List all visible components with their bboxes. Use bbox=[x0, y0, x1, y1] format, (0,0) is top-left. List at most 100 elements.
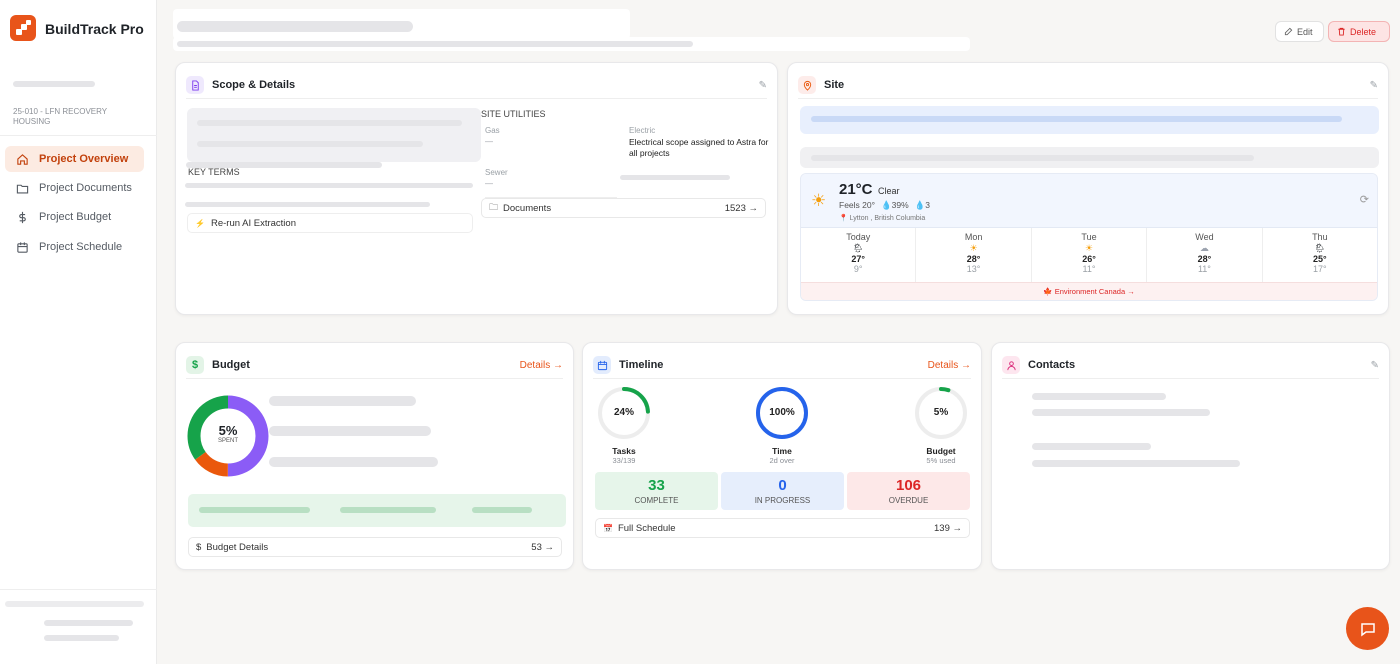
card-title: Timeline bbox=[619, 359, 664, 371]
chat-button[interactable] bbox=[1346, 607, 1389, 650]
progress-ring-budget: 5% Budget 5% used bbox=[913, 385, 969, 465]
maple-leaf-icon: 🍁 bbox=[1043, 287, 1053, 296]
ring-percent: 100% bbox=[769, 407, 795, 418]
calendar-icon: 📅 bbox=[603, 523, 613, 533]
weather-icon: ☀ bbox=[1084, 243, 1094, 253]
page-title-skeleton bbox=[177, 21, 413, 32]
donut-value: 5% bbox=[218, 423, 238, 438]
ring-label: Time bbox=[772, 446, 792, 456]
location-pin-icon: 📍 bbox=[839, 215, 848, 222]
subtitle-skeleton bbox=[177, 41, 693, 47]
edit-icon[interactable]: ✎ bbox=[1371, 360, 1379, 371]
card-title: Site bbox=[824, 79, 845, 91]
weather-widget: ☀ 21°C Clear Feels 20° 💧39% 💧3 📍 Lytton … bbox=[800, 173, 1378, 301]
forecast-day: Tue ☀ 26° 11° bbox=[1032, 228, 1148, 284]
forecast-day: Mon ☀ 28° 13° bbox=[916, 228, 1032, 284]
edit-icon[interactable]: ✎ bbox=[1370, 80, 1378, 91]
loading-placeholder bbox=[44, 635, 119, 641]
weather-location: Lytton , British Columbia bbox=[849, 215, 926, 222]
edit-icon[interactable]: ✎ bbox=[759, 80, 767, 91]
dollar-icon: $ bbox=[196, 541, 202, 553]
forecast-day: Thu 🌦 25° 17° bbox=[1263, 228, 1377, 284]
forecast-day: Wed ☁ 28° 11° bbox=[1147, 228, 1263, 284]
scope-card: Scope & Details ✎ KEY TERMS ⚡ Re-run AI … bbox=[175, 62, 778, 315]
calendar-icon bbox=[5, 241, 39, 254]
site-utilities-label: SITE UTILITIES bbox=[481, 109, 546, 119]
loading-placeholder bbox=[44, 620, 133, 626]
ring-percent: 24% bbox=[613, 407, 634, 418]
rerun-ai-extraction-button[interactable]: ⚡ Re-run AI Extraction bbox=[187, 213, 473, 233]
loading-placeholder bbox=[13, 81, 95, 87]
card-title: Contacts bbox=[1028, 359, 1076, 371]
ring-label: Tasks bbox=[612, 446, 636, 456]
folder-icon bbox=[5, 182, 39, 195]
project-code: 25-010 - LFN RECOVERY HOUSING bbox=[13, 107, 107, 126]
chat-icon bbox=[1360, 622, 1375, 636]
user-icon bbox=[1002, 356, 1020, 374]
folder-icon: 🗀 bbox=[489, 202, 499, 212]
lightning-icon: ⚡ bbox=[195, 218, 205, 228]
map-pin-icon bbox=[798, 76, 816, 94]
precipitation: 💧3 bbox=[914, 200, 930, 210]
weather-forecast: Today 🌦 27° 9° Mon ☀ 28° 13° Tue ☀ 26° 11° Wed ☁ 28… bbox=[801, 228, 1377, 284]
sidebar-item-label: Project Overview bbox=[39, 153, 129, 165]
stat-in-progress: 0 IN PROGRESS bbox=[721, 472, 844, 510]
rain-icon: 💧 bbox=[914, 200, 926, 210]
card-title: Budget bbox=[212, 359, 250, 371]
delete-button[interactable]: Delete bbox=[1328, 21, 1390, 42]
card-title: Scope & Details bbox=[212, 79, 296, 91]
sidebar-item-project-overview[interactable]: Project Overview bbox=[5, 146, 144, 172]
trash-icon bbox=[1338, 27, 1345, 36]
timeline-card: Timeline Details → 24% Tasks 33/139 100% Tim… bbox=[582, 342, 982, 570]
refresh-icon[interactable]: ⟳ bbox=[1360, 193, 1369, 206]
ring-label: Budget bbox=[926, 446, 956, 456]
home-icon bbox=[5, 153, 39, 166]
full-schedule-button[interactable]: 📅 Full Schedule 139 → bbox=[595, 518, 970, 538]
sun-icon: ☀ bbox=[811, 191, 827, 210]
ring-sub: 5% used bbox=[926, 456, 956, 465]
environment-canada-link[interactable]: 🍁 Environment Canada → bbox=[801, 282, 1377, 300]
site-card: Site ✎ ☀ 21°C Clear Feels 20° 💧39% 💧3 📍 … bbox=[787, 62, 1389, 315]
budget-card: $ Budget Details → 5% SPENT $ Budget Det… bbox=[175, 342, 574, 570]
weather-icon: 🌦 bbox=[852, 243, 864, 253]
weather-icon: ☀ bbox=[969, 243, 978, 253]
budget-details-link[interactable]: Details → bbox=[520, 360, 563, 371]
documents-link[interactable]: 🗀 Documents 1523 → bbox=[481, 198, 766, 218]
sidebar-item-project-budget[interactable]: Project Budget bbox=[5, 204, 144, 230]
droplet-icon: 💧 bbox=[881, 200, 892, 210]
sidebar-item-label: Project Schedule bbox=[39, 241, 123, 253]
stat-complete: 33 COMPLETE bbox=[595, 472, 718, 510]
weather-icon: 🌦 bbox=[1314, 243, 1326, 253]
progress-ring-tasks: 24% Tasks 33/139 bbox=[596, 385, 652, 465]
humidity: 💧39% bbox=[881, 200, 909, 210]
forecast-day: Today 🌦 27° 9° bbox=[801, 228, 917, 284]
dollar-icon: $ bbox=[186, 356, 204, 374]
sidebar-item-label: Project Budget bbox=[39, 211, 112, 223]
calendar-icon bbox=[593, 356, 611, 374]
weather-feels: Feels 20° bbox=[839, 200, 876, 210]
budget-details-button[interactable]: $ Budget Details 53 → bbox=[188, 537, 562, 557]
dollar-icon bbox=[5, 211, 39, 224]
pencil-icon bbox=[1284, 27, 1293, 36]
contacts-card: Contacts ✎ bbox=[991, 342, 1390, 570]
stat-overdue: 106 OVERDUE bbox=[847, 472, 970, 510]
weather-condition: Clear bbox=[878, 186, 900, 196]
app-brand: BuildTrack Pro bbox=[45, 21, 144, 37]
sidebar-item-project-schedule[interactable]: Project Schedule bbox=[5, 234, 144, 260]
progress-ring-time: 100% Time 2d over bbox=[754, 385, 810, 465]
ring-percent: 5% bbox=[933, 407, 949, 418]
sidebar: BuildTrack Pro 25-010 - LFN RECOVERY HOU… bbox=[0, 0, 157, 664]
edit-button[interactable]: Edit bbox=[1275, 21, 1324, 42]
key-terms-label: KEY TERMS bbox=[188, 167, 240, 177]
document-icon bbox=[186, 76, 204, 94]
logo-icon[interactable] bbox=[10, 15, 36, 41]
sidebar-item-label: Project Documents bbox=[39, 182, 132, 194]
sidebar-item-project-documents[interactable]: Project Documents bbox=[5, 175, 144, 201]
ring-sub: 2d over bbox=[769, 456, 795, 465]
timeline-details-link[interactable]: Details → bbox=[928, 360, 971, 371]
ring-sub: 33/139 bbox=[612, 456, 636, 465]
donut-label: SPENT bbox=[217, 438, 238, 444]
weather-temp: 21°C bbox=[839, 181, 873, 198]
weather-icon: ☁ bbox=[1199, 243, 1209, 253]
loading-placeholder bbox=[5, 601, 144, 607]
